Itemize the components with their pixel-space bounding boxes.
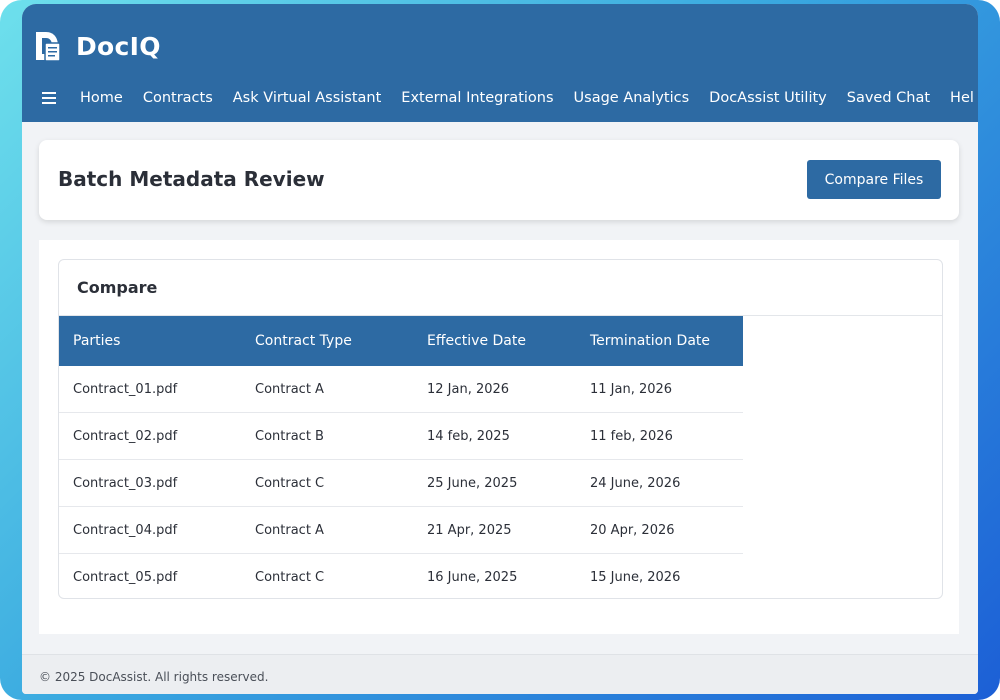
cell-contract-type: Contract A	[241, 366, 413, 413]
cell-effective-date: 25 June, 2025	[413, 459, 576, 507]
nav-item-home[interactable]: Home	[80, 90, 123, 106]
compare-table: Parties Contract Type Effective Date Ter…	[59, 316, 743, 600]
app-window: DocIQ Home Contracts Ask Virtual Assista…	[22, 4, 978, 694]
cell-termination-date: 20 Apr, 2026	[576, 506, 743, 554]
column-header-effective-date[interactable]: Effective Date	[413, 316, 576, 366]
cell-parties: Contract_02.pdf	[59, 412, 241, 460]
device-frame: DocIQ Home Contracts Ask Virtual Assista…	[0, 0, 1000, 700]
cell-contract-type: Contract B	[241, 412, 413, 460]
brand-name: DocIQ	[76, 31, 161, 61]
brand[interactable]: DocIQ	[34, 30, 161, 62]
nav-item-docassist-utility[interactable]: DocAssist Utility	[709, 90, 827, 106]
table-row[interactable]: Contract_03.pdf Contract C 25 June, 2025…	[59, 459, 743, 507]
logo-icon	[34, 30, 62, 62]
table-header-row: Parties Contract Type Effective Date Ter…	[59, 316, 743, 366]
nav-item-external-integrations[interactable]: External Integrations	[401, 90, 553, 106]
nav-item-contracts[interactable]: Contracts	[143, 90, 213, 106]
table-row[interactable]: Contract_02.pdf Contract B 14 feb, 2025 …	[59, 412, 743, 460]
cell-termination-date: 24 June, 2026	[576, 459, 743, 507]
compare-panel: Compare Parties Contract Type Effective …	[58, 259, 943, 599]
cell-effective-date: 16 June, 2025	[427, 569, 518, 585]
table-row[interactable]: Contract_05.pdf Contract C 16 June, 2025…	[59, 554, 743, 601]
compare-panel-title: Compare	[77, 278, 158, 297]
cell-contract-type: Contract A	[241, 506, 413, 554]
page-title: Batch Metadata Review	[58, 167, 325, 191]
cell-contract-type: Contract C	[241, 459, 413, 507]
content-card: Compare Parties Contract Type Effective …	[39, 240, 959, 634]
footer: © 2025 DocAssist. All rights reserved.	[22, 654, 978, 694]
cell-termination-date: 11 Jan, 2026	[576, 366, 743, 413]
column-header-termination-date[interactable]: Termination Date	[576, 316, 743, 366]
cell-parties: Contract_03.pdf	[59, 459, 241, 507]
nav-item-ask-virtual-assistant[interactable]: Ask Virtual Assistant	[233, 90, 382, 106]
cell-effective-date: 14 feb, 2025	[413, 412, 576, 460]
hamburger-menu-icon[interactable]	[42, 92, 58, 104]
nav-item-usage-analytics[interactable]: Usage Analytics	[574, 90, 690, 106]
cell-parties: Contract_05.pdf	[73, 569, 178, 585]
footer-copyright: © 2025 DocAssist. All rights reserved.	[39, 670, 269, 684]
nav-item-help[interactable]: Hel	[950, 90, 974, 106]
cell-effective-date: 21 Apr, 2025	[413, 506, 576, 554]
cell-parties: Contract_04.pdf	[59, 506, 241, 554]
top-navigation-bar: DocIQ Home Contracts Ask Virtual Assista…	[22, 4, 978, 122]
compare-files-button[interactable]: Compare Files	[807, 160, 941, 199]
cell-termination-date: 15 June, 2026	[590, 569, 681, 585]
column-header-parties[interactable]: Parties	[59, 316, 241, 366]
table-row[interactable]: Contract_04.pdf Contract A 21 Apr, 2025 …	[59, 506, 743, 554]
cell-parties: Contract_01.pdf	[59, 366, 241, 413]
table-row[interactable]: Contract_01.pdf Contract A 12 Jan, 2026 …	[59, 366, 743, 413]
nav-item-saved-chat[interactable]: Saved Chat	[847, 90, 930, 106]
column-header-contract-type[interactable]: Contract Type	[241, 316, 413, 366]
page-header-card: Batch Metadata Review Compare Files	[39, 140, 959, 220]
main-nav: Home Contracts Ask Virtual Assistant Ext…	[42, 90, 978, 106]
cell-contract-type: Contract C	[255, 569, 325, 585]
cell-termination-date: 11 feb, 2026	[576, 412, 743, 460]
cell-effective-date: 12 Jan, 2026	[413, 366, 576, 413]
